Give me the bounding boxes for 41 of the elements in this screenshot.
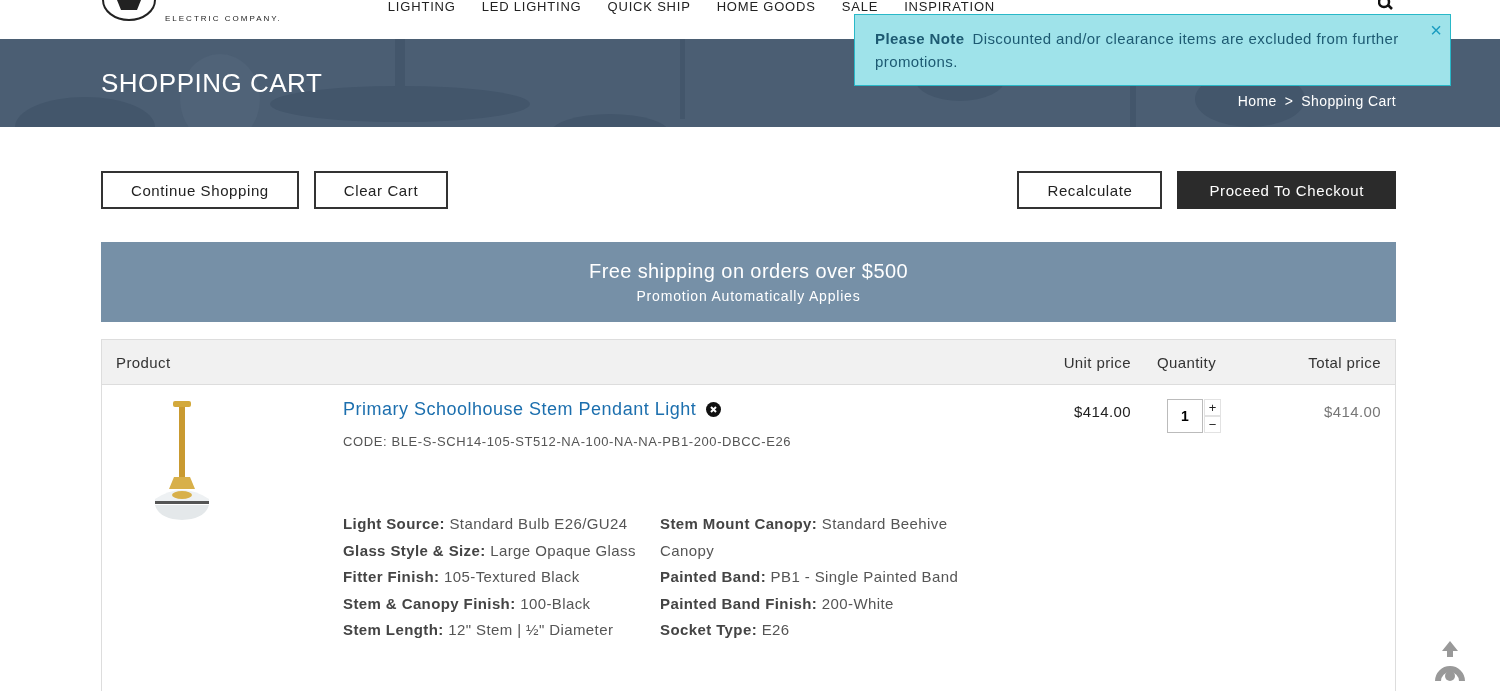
product-code: CODE: BLE-S-SCH14-105-ST512-NA-100-NA-NA-PB1-200-DBCC-E26 [343,434,793,449]
total-price: $414.00 [1323,403,1381,420]
breadcrumb-current: Shopping Cart [1301,93,1396,109]
nav-link[interactable]: LED LIGHTING [481,0,582,13]
breadcrumb-separator: > [1284,93,1294,109]
notice-text: Please Note Discounted and/or clearance items are excluded from further promotions. [875,29,1400,72]
action-button[interactable]: Recalculate [1017,171,1163,209]
search-icon[interactable] [1378,0,1394,10]
breadcrumb-link[interactable]: Home [1237,93,1277,109]
nav-link[interactable]: QUICK SHIP [607,0,691,13]
promo-headline: Free shipping on orders over $500 [589,260,908,283]
unit-price: $414.00 [1073,403,1131,420]
product-option: Stem Mount Canopy: Standard Beehive Canopy [660,511,960,564]
product-option: Light Source: Standard Bulb E26/GU24 [343,511,660,538]
column-header: Product [116,353,172,371]
quantity-field[interactable]: 1 [1167,399,1203,433]
action-button[interactable]: Continue Shopping [101,171,299,209]
product-option: Painted Band: PB1 - Single Painted Band [660,564,960,591]
nav-link[interactable]: SALE [841,0,879,13]
column-header: Quantity [1156,353,1218,371]
product-link[interactable]: Primary Schoolhouse Stem Pendant Light [343,399,697,420]
checkout-button[interactable]: Proceed To Checkout [1177,171,1396,209]
nav-link[interactable]: HOME GOODS [716,0,816,13]
column-header: Unit price [1062,353,1131,371]
remove-icon[interactable] [706,402,722,417]
product-option: Stem & Canopy Finish: 100-Black [343,590,660,617]
scroll-top-icon[interactable] [1434,641,1466,681]
action-button[interactable]: Clear Cart [313,171,449,209]
nav-link[interactable]: INSPIRATION [904,0,996,13]
nav-link[interactable]: LIGHTING [387,0,456,13]
increment-button[interactable]: + [1204,399,1221,416]
product-option: Socket Type: E26 [660,617,960,644]
product-option: Stem Length: 12" Stem | ½" Diameter [343,617,660,644]
promo-subline: Promotion Automatically Applies [636,288,861,304]
column-header: Total price [1307,353,1381,371]
product-option: Glass Style & Size: Large Opaque Glass [343,537,660,564]
page-title: SHOPPING CART [101,67,323,99]
product-option: Fitter Finish: 105-Textured Black [343,564,660,591]
product-option: Painted Band Finish: 200-White [660,590,960,617]
logo-tagline: ELECTRIC COMPANY. [165,12,282,23]
decrement-button[interactable]: − [1204,416,1221,433]
